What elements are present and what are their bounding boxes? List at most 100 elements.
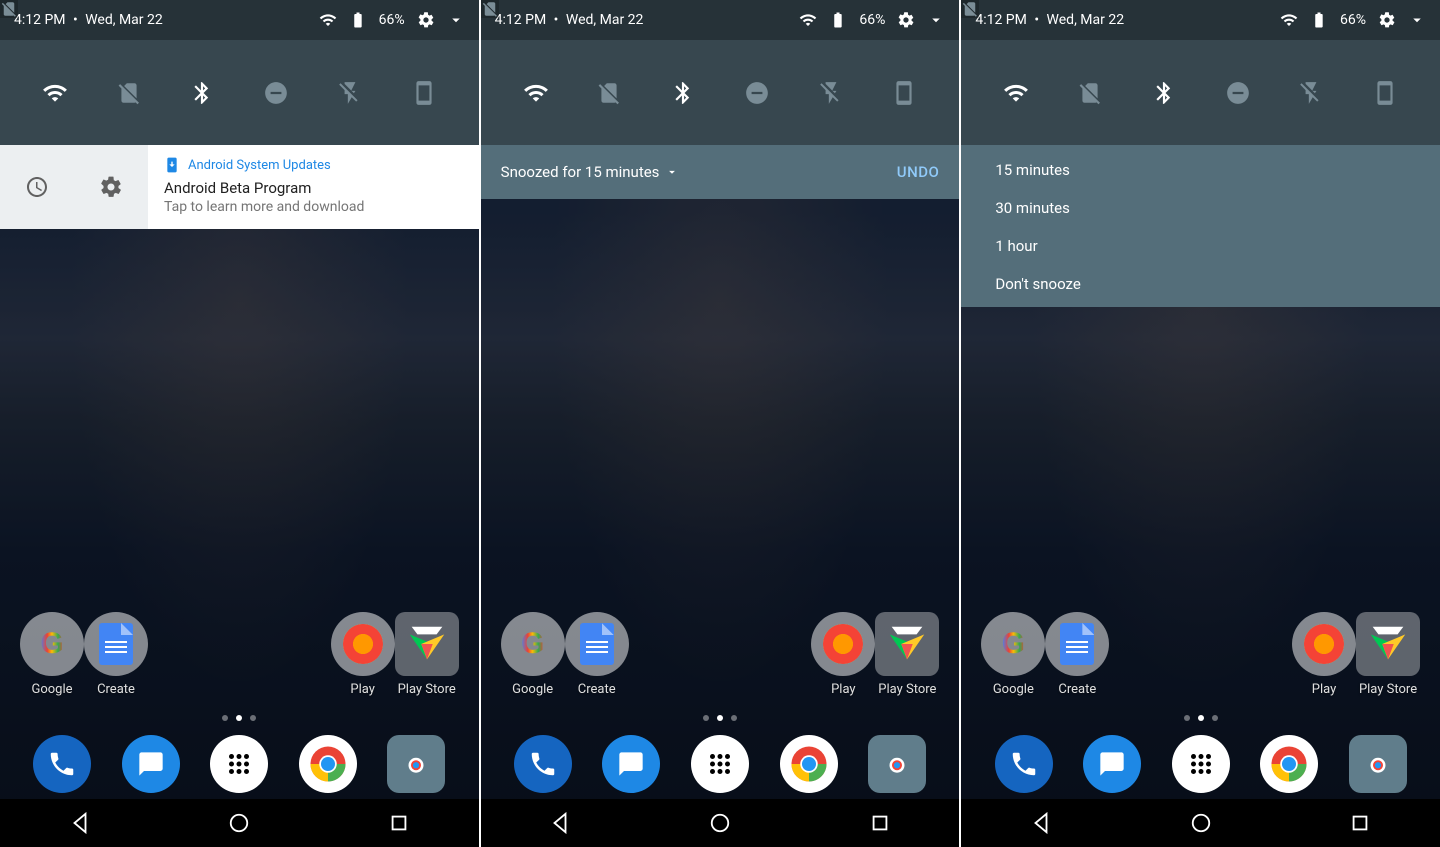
dock-phone[interactable] xyxy=(514,735,572,793)
dock-messages[interactable] xyxy=(1083,735,1141,793)
page-indicator xyxy=(0,715,479,721)
snooze-option-dont[interactable]: Don't snooze xyxy=(995,265,1440,303)
settings-gear-icon[interactable] xyxy=(1378,11,1396,29)
nav-recents-icon[interactable] xyxy=(1349,812,1371,834)
wifi-status-icon xyxy=(319,11,337,29)
app-play-folder[interactable]: Play xyxy=(331,612,395,697)
chevron-down-icon[interactable] xyxy=(665,165,679,179)
app-google-folder[interactable]: GGoogle xyxy=(981,612,1045,697)
qs-wifi-tile[interactable] xyxy=(1003,80,1029,106)
quick-settings xyxy=(0,40,479,145)
battery-percent: 66% xyxy=(1340,12,1366,28)
qs-dnd-tile[interactable] xyxy=(1225,80,1251,106)
qs-flashlight-tile[interactable] xyxy=(818,80,844,106)
dock-app-drawer[interactable] xyxy=(210,735,268,793)
status-time: 4:12 PM xyxy=(975,12,1027,28)
dock-chrome[interactable] xyxy=(1260,735,1318,793)
nav-back-icon[interactable] xyxy=(549,812,571,834)
navigation-bar xyxy=(0,799,479,847)
qs-wifi-tile[interactable] xyxy=(42,80,68,106)
wifi-status-icon xyxy=(799,11,817,29)
qs-flashlight-tile[interactable] xyxy=(337,80,363,106)
status-time: 4:12 PM xyxy=(495,12,547,28)
qs-bluetooth-tile[interactable] xyxy=(189,80,215,106)
qs-orientation-tile[interactable] xyxy=(411,80,437,106)
dock xyxy=(481,735,960,793)
dock-chrome[interactable] xyxy=(780,735,838,793)
snooze-status-bar[interactable]: Snoozed for 15 minutes UNDO xyxy=(481,145,960,199)
dock-camera[interactable] xyxy=(1349,735,1407,793)
dock-chrome[interactable] xyxy=(299,735,357,793)
snooze-clock-icon[interactable] xyxy=(25,175,49,199)
app-play-store[interactable]: Play Store xyxy=(875,612,939,697)
nav-recents-icon[interactable] xyxy=(869,812,891,834)
expand-chevron-icon[interactable] xyxy=(447,11,465,29)
notification-settings-icon[interactable] xyxy=(99,175,123,199)
dock-camera[interactable] xyxy=(387,735,445,793)
battery-percent: 66% xyxy=(379,12,405,28)
snooze-option-30min[interactable]: 30 minutes xyxy=(995,189,1440,227)
status-bar: 4:12 PM • Wed, Mar 22 66% xyxy=(0,0,479,40)
nav-recents-icon[interactable] xyxy=(388,812,410,834)
app-play-folder[interactable]: Play xyxy=(1292,612,1356,697)
quick-settings xyxy=(961,40,1440,145)
qs-dnd-tile[interactable] xyxy=(744,80,770,106)
nav-home-icon[interactable] xyxy=(709,812,731,834)
qs-bluetooth-tile[interactable] xyxy=(1151,80,1177,106)
status-time: 4:12 PM xyxy=(14,12,66,28)
page-indicator xyxy=(481,715,960,721)
undo-button[interactable]: UNDO xyxy=(897,163,940,181)
dock-app-drawer[interactable] xyxy=(691,735,749,793)
dock-phone[interactable] xyxy=(33,735,91,793)
no-sim-status-icon xyxy=(961,0,979,18)
status-bar: 4:12 PM • Wed, Mar 22 66% xyxy=(481,0,960,40)
phone-screen-2: 4:12 PM • Wed, Mar 22 66% Snoozed for 15… xyxy=(481,0,962,847)
notification-subtitle: Tap to learn more and download xyxy=(164,199,463,215)
qs-sim-tile[interactable] xyxy=(116,80,142,106)
app-create-folder[interactable]: Create xyxy=(1045,612,1109,697)
battery-status-icon xyxy=(349,11,367,29)
qs-orientation-tile[interactable] xyxy=(891,80,917,106)
phone-screen-3: 4:12 PM • Wed, Mar 22 66% 15 minutes 30 … xyxy=(961,0,1440,847)
no-sim-status-icon xyxy=(481,0,499,18)
navigation-bar xyxy=(481,799,960,847)
app-google-folder[interactable]: GGoogle xyxy=(20,612,84,697)
nav-back-icon[interactable] xyxy=(69,812,91,834)
dock-app-drawer[interactable] xyxy=(1172,735,1230,793)
dock-messages[interactable] xyxy=(122,735,180,793)
wifi-status-icon xyxy=(1280,11,1298,29)
notification-card[interactable]: Android System Updates Android Beta Prog… xyxy=(0,145,479,229)
expand-chevron-icon[interactable] xyxy=(1408,11,1426,29)
quick-settings xyxy=(481,40,960,145)
dock-messages[interactable] xyxy=(602,735,660,793)
notification-title: Android Beta Program xyxy=(164,179,463,197)
qs-bluetooth-tile[interactable] xyxy=(670,80,696,106)
battery-percent: 66% xyxy=(859,12,885,28)
status-date: Wed, Mar 22 xyxy=(85,12,163,28)
settings-gear-icon[interactable] xyxy=(417,11,435,29)
qs-dnd-tile[interactable] xyxy=(263,80,289,106)
qs-orientation-tile[interactable] xyxy=(1372,80,1398,106)
dock-camera[interactable] xyxy=(868,735,926,793)
snooze-option-15min[interactable]: 15 minutes xyxy=(995,151,1440,189)
app-play-store[interactable]: Play Store xyxy=(395,612,459,697)
nav-home-icon[interactable] xyxy=(228,812,250,834)
app-play-store[interactable]: Play Store xyxy=(1356,612,1420,697)
dock-phone[interactable] xyxy=(995,735,1053,793)
expand-chevron-icon[interactable] xyxy=(927,11,945,29)
settings-gear-icon[interactable] xyxy=(897,11,915,29)
qs-sim-tile[interactable] xyxy=(596,80,622,106)
app-create-folder[interactable]: Create xyxy=(84,612,148,697)
qs-wifi-tile[interactable] xyxy=(523,80,549,106)
app-create-folder[interactable]: Create xyxy=(565,612,629,697)
qs-flashlight-tile[interactable] xyxy=(1298,80,1324,106)
nav-home-icon[interactable] xyxy=(1190,812,1212,834)
snooze-option-1hour[interactable]: 1 hour xyxy=(995,227,1440,265)
app-play-folder[interactable]: Play xyxy=(811,612,875,697)
app-google-folder[interactable]: GGoogle xyxy=(501,612,565,697)
battery-status-icon xyxy=(829,11,847,29)
page-indicator xyxy=(961,715,1440,721)
qs-sim-tile[interactable] xyxy=(1077,80,1103,106)
dock xyxy=(0,735,479,793)
nav-back-icon[interactable] xyxy=(1030,812,1052,834)
